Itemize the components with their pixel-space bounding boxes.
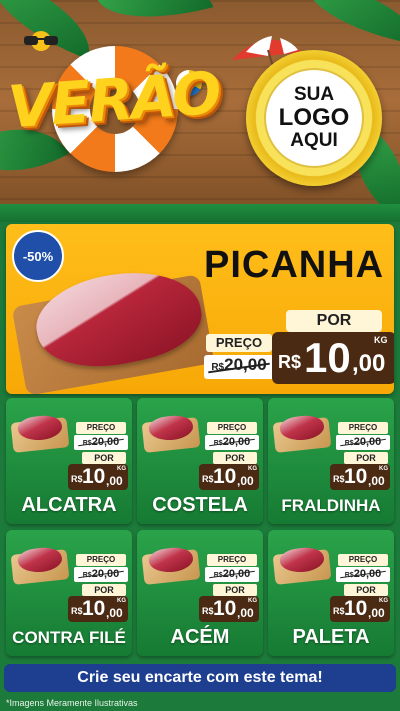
preco-label: PREÇO: [338, 554, 388, 566]
new-price-int: 10: [344, 465, 368, 488]
old-price-value: 20,00: [222, 568, 251, 580]
new-price-int: 10: [344, 597, 368, 620]
create-flyer-button[interactable]: Crie seu encarte com este tema!: [4, 664, 396, 692]
product-name: ALCATRA: [21, 494, 117, 516]
discount-badge: -50%: [12, 230, 64, 282]
old-price-value: 20,00: [91, 568, 120, 580]
disclaimer-text: *Imagens Meramente Ilustrativas: [6, 698, 138, 708]
por-label: POR: [344, 584, 388, 596]
new-price-int: 10: [304, 334, 351, 381]
new-price-int: 10: [213, 465, 237, 488]
product-card-paleta[interactable]: PREÇO R$20,00 POR R$ 10 ,00 KG PALETA: [268, 530, 394, 656]
old-price: R$20,00: [205, 567, 259, 582]
old-currency: R$: [82, 440, 92, 447]
new-currency: R$: [71, 606, 83, 616]
new-price-dec: ,00: [237, 474, 254, 488]
new-price-dec: ,00: [106, 474, 123, 488]
por-label: POR: [82, 584, 126, 596]
grass-strip: [0, 204, 400, 222]
unit-label: KG: [117, 466, 126, 472]
logo-line2: LOGO: [278, 104, 350, 132]
preco-label: PREÇO: [207, 422, 257, 434]
new-currency: R$: [278, 352, 302, 372]
preco-label: PREÇO: [207, 554, 257, 566]
new-currency: R$: [202, 474, 214, 484]
old-currency: R$: [213, 440, 223, 447]
new-currency: R$: [333, 606, 345, 616]
old-currency: R$: [211, 362, 225, 373]
por-label: POR: [344, 452, 388, 464]
old-price-value: 20,00: [353, 568, 382, 580]
unit-label: KG: [248, 466, 257, 472]
old-price: R$20,00: [336, 435, 390, 450]
palm-leaf: [296, 0, 400, 45]
preco-label: PREÇO: [338, 422, 388, 434]
new-price: R$ 10 ,00 KG: [330, 464, 390, 490]
new-price: R$ 10 ,00 KG: [68, 596, 128, 622]
unit-label: KG: [379, 598, 388, 604]
logo-line1: SUA: [293, 84, 335, 106]
product-name: FRALDINHA: [281, 496, 381, 515]
unit-label: KG: [117, 598, 126, 604]
old-price: R$20,00: [205, 435, 259, 450]
new-price: R$ 10 ,00 KG: [68, 464, 128, 490]
por-label: POR: [82, 452, 126, 464]
preco-label: PREÇO: [76, 554, 126, 566]
old-price-value: 20,00: [224, 355, 267, 374]
logo-circle: SUA LOGO AQUI: [264, 68, 364, 168]
product-card-alcatra[interactable]: PREÇO R$20,00 POR R$ 10 ,00 KG ALCATRA: [6, 398, 132, 524]
product-card-contra-file[interactable]: PREÇO R$20,00 POR R$ 10 ,00 KG CONTRA FI…: [6, 530, 132, 656]
unit-label: KG: [248, 598, 257, 604]
product-name: ACÉM: [170, 626, 230, 648]
sunglasses-icon: [24, 31, 58, 51]
product-card-acem[interactable]: PREÇO R$20,00 POR R$ 10 ,00 KG ACÉM: [137, 530, 263, 656]
featured-offer[interactable]: -50% PICANHA PREÇO R$20,00 POR R$ 10 ,00…: [6, 224, 394, 394]
old-price: R$20,00: [74, 435, 128, 450]
header-title: VERÃO: [5, 58, 222, 142]
unit-label: KG: [379, 466, 388, 472]
product-name: COSTELA: [152, 494, 248, 516]
old-price: R$20,00: [74, 567, 128, 582]
logo-line3: AQUI: [290, 129, 338, 151]
product-name: PALETA: [292, 626, 370, 648]
old-currency: R$: [213, 572, 223, 579]
new-price-int: 10: [213, 597, 237, 620]
old-currency: R$: [344, 572, 354, 579]
product-card-fraldinha[interactable]: PREÇO R$20,00 POR R$ 10 ,00 KG FRALDINHA: [268, 398, 394, 524]
product-card-costela[interactable]: PREÇO R$20,00 POR R$ 10 ,00 KG COSTELA: [137, 398, 263, 524]
new-price-dec: ,00: [106, 606, 123, 620]
unit-label: KG: [374, 335, 388, 345]
new-currency: R$: [71, 474, 83, 484]
por-label: POR: [286, 310, 382, 332]
new-price-int: 10: [82, 597, 106, 620]
palm-leaf: [96, 0, 214, 36]
new-currency: R$: [333, 474, 345, 484]
new-currency: R$: [202, 606, 214, 616]
old-price-value: 20,00: [91, 436, 120, 448]
new-price: R$ 10 ,00 KG: [272, 332, 394, 384]
por-label: POR: [213, 452, 257, 464]
old-price: R$20,00: [204, 355, 274, 379]
por-label: POR: [213, 584, 257, 596]
product-name: CONTRA FILÉ: [12, 628, 126, 647]
new-price-dec: ,00: [352, 350, 386, 377]
preco-label: PREÇO: [206, 334, 272, 352]
new-price-dec: ,00: [368, 606, 385, 620]
logo-placeholder[interactable]: SUA LOGO AQUI: [246, 50, 382, 186]
new-price: R$ 10 ,00 KG: [330, 596, 390, 622]
new-price-dec: ,00: [237, 606, 254, 620]
new-price: R$ 10 ,00 KG: [199, 596, 259, 622]
old-currency: R$: [344, 440, 354, 447]
new-price-int: 10: [82, 465, 106, 488]
featured-name: PICANHA: [204, 244, 385, 286]
old-price-value: 20,00: [222, 436, 251, 448]
preco-label: PREÇO: [76, 422, 126, 434]
old-price-value: 20,00: [353, 436, 382, 448]
new-price-dec: ,00: [368, 474, 385, 488]
old-price: R$20,00: [336, 567, 390, 582]
old-currency: R$: [82, 572, 92, 579]
new-price: R$ 10 ,00 KG: [199, 464, 259, 490]
header-banner: VERÃO SUA LOGO AQUI: [0, 0, 400, 222]
